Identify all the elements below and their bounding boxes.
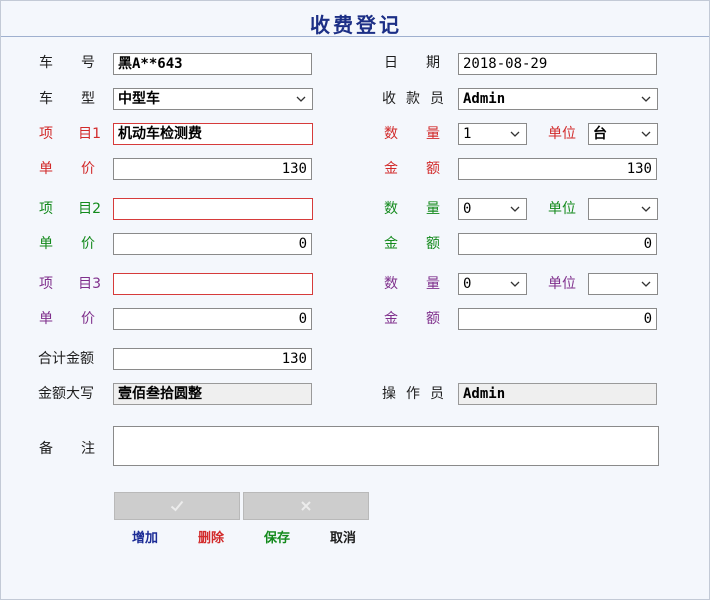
vehicle-type-select[interactable]: 中型车 xyxy=(113,88,313,110)
item2-qty-label: 数量 xyxy=(384,201,440,217)
item1-unit-select[interactable]: 台 xyxy=(588,123,658,145)
chevron-down-icon xyxy=(641,206,651,212)
item2-price-label: 单价 xyxy=(39,236,95,252)
total-input[interactable]: 130 xyxy=(113,348,312,370)
item3-name-input[interactable] xyxy=(113,273,313,295)
chevron-down-icon xyxy=(641,131,651,137)
fee-registration-window: 收费登记 车号 黑A**643 日期 2018-08-29 车型 中型车 收款员… xyxy=(0,0,710,600)
remark-label: 备注 xyxy=(39,441,95,457)
item2-name-input[interactable] xyxy=(113,198,313,220)
date-label: 日期 xyxy=(384,55,440,71)
plate-label: 车号 xyxy=(39,55,95,71)
total-label: 合计金额 xyxy=(38,351,94,367)
item1-qty-label: 数量 xyxy=(384,126,440,142)
item1-price-label: 单价 xyxy=(39,161,95,177)
vehicle-type-label: 车型 xyxy=(39,91,95,107)
chevron-down-icon xyxy=(510,131,520,137)
item3-label: 项目3 xyxy=(39,276,101,292)
confirm-button[interactable] xyxy=(114,492,240,520)
operator-label: 操作员 xyxy=(382,386,444,402)
item2-amount-label: 金额 xyxy=(384,236,440,252)
item1-name-input[interactable]: 机动车检测费 xyxy=(113,123,313,145)
add-link[interactable]: 增加 xyxy=(132,527,158,546)
x-icon xyxy=(301,501,311,511)
date-input[interactable]: 2018-08-29 xyxy=(458,53,657,75)
item2-amount-input[interactable]: 0 xyxy=(458,233,657,255)
check-icon xyxy=(170,500,184,512)
item3-qty-label: 数量 xyxy=(384,276,440,292)
cashier-label: 收款员 xyxy=(382,91,444,107)
page-title: 收费登记 xyxy=(310,13,402,37)
cancel-link[interactable]: 取消 xyxy=(330,527,356,546)
chevron-down-icon xyxy=(641,96,651,102)
save-link[interactable]: 保存 xyxy=(264,527,290,546)
item1-unit-label: 单位 xyxy=(548,126,576,142)
chevron-down-icon xyxy=(510,281,520,287)
chevron-down-icon xyxy=(296,96,306,102)
chevron-down-icon xyxy=(641,281,651,287)
item1-price-input[interactable]: 130 xyxy=(113,158,312,180)
cashier-select[interactable]: Admin xyxy=(458,88,658,110)
item1-amount-label: 金额 xyxy=(384,161,440,177)
item2-unit-select[interactable] xyxy=(588,198,658,220)
item1-label: 项目1 xyxy=(39,126,101,142)
item2-qty-select[interactable]: 0 xyxy=(458,198,527,220)
total-upper-display: 壹佰叁拾圆整 xyxy=(113,383,312,405)
item1-qty-select[interactable]: 1 xyxy=(458,123,527,145)
delete-link[interactable]: 删除 xyxy=(198,527,224,546)
item2-label: 项目2 xyxy=(39,201,101,217)
title-divider xyxy=(1,36,709,37)
item2-price-input[interactable]: 0 xyxy=(113,233,312,255)
item3-amount-label: 金额 xyxy=(384,311,440,327)
item3-qty-select[interactable]: 0 xyxy=(458,273,527,295)
operator-display: Admin xyxy=(458,383,657,405)
chevron-down-icon xyxy=(510,206,520,212)
plate-input[interactable]: 黑A**643 xyxy=(113,53,312,75)
cancel-x-button[interactable] xyxy=(243,492,369,520)
item3-price-input[interactable]: 0 xyxy=(113,308,312,330)
item2-unit-label: 单位 xyxy=(548,201,576,217)
total-upper-label: 金额大写 xyxy=(38,386,94,402)
item3-amount-input[interactable]: 0 xyxy=(458,308,657,330)
item1-amount-input[interactable]: 130 xyxy=(458,158,657,180)
item3-unit-label: 单位 xyxy=(548,276,576,292)
remark-textarea[interactable] xyxy=(113,426,659,466)
item3-price-label: 单价 xyxy=(39,311,95,327)
item3-unit-select[interactable] xyxy=(588,273,658,295)
